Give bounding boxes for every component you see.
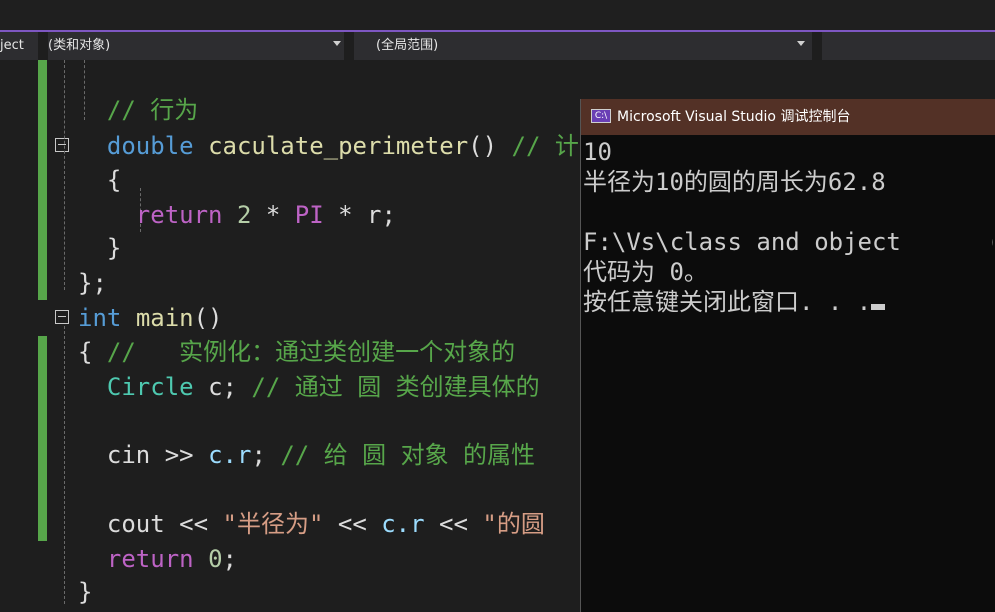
outline-guide bbox=[64, 60, 65, 290]
operator: * bbox=[265, 201, 281, 229]
code-line: double caculate_perimeter() // 计 bbox=[78, 129, 579, 163]
console-line: 按任意键关闭此窗口. . . bbox=[583, 287, 993, 317]
comment: // 实例化：通过类创建一个对象的 bbox=[106, 338, 516, 366]
member-access: c.r bbox=[381, 510, 425, 538]
type-name: Circle bbox=[106, 373, 194, 401]
collapse-icon[interactable] bbox=[55, 310, 69, 324]
function-name: caculate_perimeter bbox=[208, 132, 469, 160]
keyword: return bbox=[135, 201, 223, 229]
identifier: cin bbox=[106, 441, 151, 469]
console-line: 代码为 0。 bbox=[583, 258, 708, 286]
global-scope-dropdown[interactable]: (全局范围) bbox=[376, 32, 438, 60]
operator: >> bbox=[164, 441, 194, 469]
code-line: return 0; bbox=[78, 542, 237, 576]
code-line: { // 实例化：通过类创建一个对象的 bbox=[78, 335, 515, 369]
console-output: 10 半径为10的圆的周长为62.8 F:\Vs\class and objec… bbox=[583, 137, 993, 317]
debug-console-window[interactable]: C:\ Microsoft Visual Studio 调试控制台 10 半径为… bbox=[580, 99, 995, 612]
code-line: return 2 * PI * r; bbox=[78, 198, 396, 232]
string-literal: "的圆 bbox=[482, 510, 545, 538]
keyword: int bbox=[78, 304, 122, 332]
identifier: r bbox=[367, 201, 382, 229]
outline-guide bbox=[64, 326, 65, 604]
code-line: cout << "半径为" << c.r << "的圆 bbox=[78, 507, 545, 541]
number-literal: 0 bbox=[208, 545, 223, 573]
brace: { bbox=[78, 338, 93, 366]
nav-separator bbox=[344, 32, 354, 60]
console-title-bar[interactable]: C:\ Microsoft Visual Studio 调试控制台 bbox=[581, 99, 995, 135]
console-line: 半径为10的圆的周长为62.8 bbox=[583, 168, 886, 196]
comment: // 计 bbox=[511, 132, 579, 160]
string-literal: "半径为" bbox=[222, 510, 324, 538]
comment: // 行为 bbox=[106, 96, 199, 124]
change-indicator-bar bbox=[38, 60, 47, 300]
member-access: c.r bbox=[208, 441, 252, 469]
nav-separator bbox=[812, 32, 822, 60]
code-line: } bbox=[78, 575, 92, 609]
project-dropdown-value[interactable]: ject bbox=[0, 32, 24, 60]
navigation-bar: ject (类和对象) (全局范围) bbox=[0, 32, 995, 60]
chevron-down-icon[interactable] bbox=[797, 41, 805, 46]
comment: // 给 圆 对象 的属性 bbox=[280, 441, 536, 469]
identifier: cout bbox=[106, 510, 165, 538]
class-scope-dropdown[interactable]: (类和对象) bbox=[48, 32, 110, 60]
code-line: } bbox=[78, 231, 121, 265]
punctuation: ; bbox=[381, 201, 396, 229]
console-title: Microsoft Visual Studio 调试控制台 bbox=[617, 109, 851, 125]
code-line: Circle c; // 通过 圆 类创建具体的 bbox=[78, 370, 540, 404]
macro: PI bbox=[294, 201, 324, 229]
brace: } bbox=[78, 578, 93, 606]
code-line: int main() bbox=[78, 301, 223, 335]
collapse-icon[interactable] bbox=[55, 138, 69, 152]
console-line: 10 bbox=[583, 138, 612, 166]
code-line: { bbox=[78, 163, 121, 197]
code-line: // 行为 bbox=[78, 93, 198, 127]
console-prompt-text: 按任意键关闭此窗口. . . bbox=[583, 288, 872, 316]
text-cursor bbox=[871, 304, 886, 310]
console-line: F:\Vs\class and object ( bbox=[583, 228, 993, 256]
code-line: }; bbox=[78, 266, 107, 300]
punctuation: () bbox=[193, 304, 223, 332]
brace: { bbox=[106, 166, 122, 194]
keyword: return bbox=[106, 545, 194, 573]
console-app-icon: C:\ bbox=[591, 109, 611, 123]
function-name: main bbox=[135, 304, 194, 332]
punctuation: ; bbox=[222, 373, 237, 401]
operator: * bbox=[338, 201, 353, 229]
punctuation: ; bbox=[251, 441, 266, 469]
title-strip bbox=[0, 0, 995, 32]
punctuation: ; bbox=[222, 545, 237, 573]
operator: << bbox=[439, 510, 468, 538]
brace: } bbox=[106, 234, 122, 262]
chevron-down-icon[interactable] bbox=[333, 41, 341, 46]
punctuation: () bbox=[468, 132, 498, 160]
operator: << bbox=[179, 510, 209, 538]
identifier: c bbox=[208, 373, 223, 401]
change-indicator-bar bbox=[38, 336, 47, 541]
nav-separator bbox=[38, 32, 48, 60]
operator: << bbox=[337, 510, 367, 538]
number-literal: 2 bbox=[236, 201, 252, 229]
code-line: cin >> c.r; // 给 圆 对象 的属性 bbox=[78, 438, 535, 472]
comment: // 通过 圆 类创建具体的 bbox=[251, 373, 540, 401]
brace: }; bbox=[78, 269, 107, 297]
keyword: double bbox=[106, 132, 194, 160]
